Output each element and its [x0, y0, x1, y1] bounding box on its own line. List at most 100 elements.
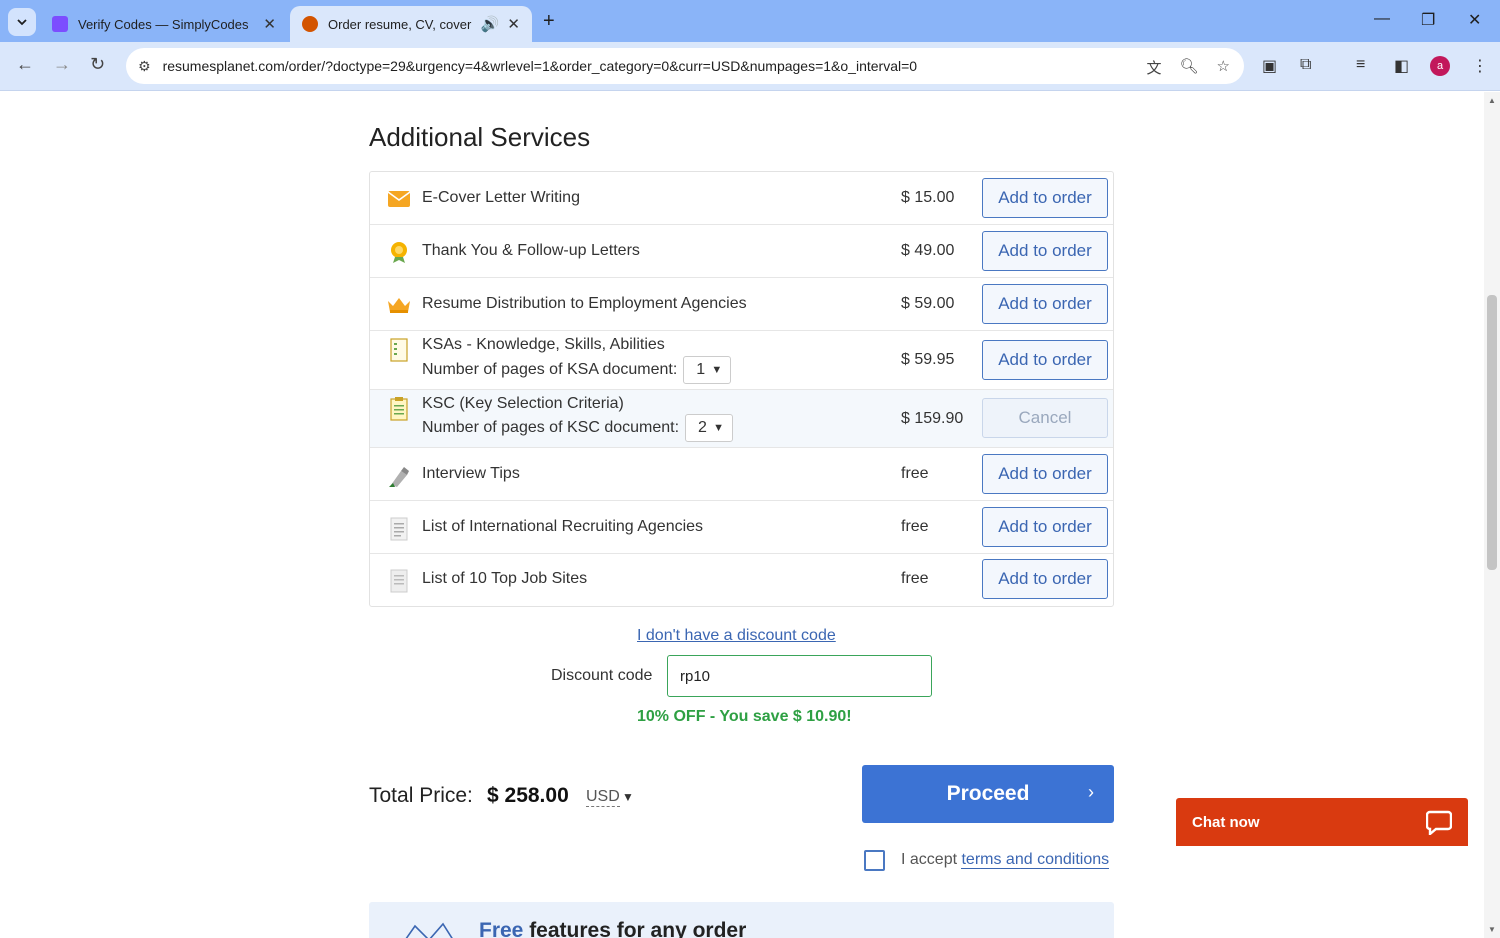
- document-icon: [387, 397, 411, 421]
- close-icon[interactable]: ✕: [507, 15, 520, 33]
- section-title: Additional Services: [369, 122, 591, 152]
- terms-text: I accept terms and conditions: [901, 851, 1110, 869]
- menu-icon[interactable]: ⋮: [1472, 56, 1488, 76]
- chevron-right-icon: ›: [1088, 782, 1094, 802]
- caret-down-icon: ▼: [711, 364, 723, 376]
- features-title: Free features for any order: [479, 919, 746, 938]
- cancel-button[interactable]: Cancel: [982, 398, 1108, 438]
- service-price: $ 49.00: [901, 242, 955, 259]
- add-to-order-button[interactable]: Add to order: [982, 340, 1108, 380]
- pages-label: Number of pages of KSA document:: [422, 361, 678, 378]
- back-icon[interactable]: ←: [16, 54, 34, 75]
- ribbon-icon: [405, 922, 453, 938]
- discount-code-label: Discount code: [551, 667, 653, 684]
- ksc-pages-row: Number of pages of KSC document: 2 ▼: [422, 414, 734, 442]
- free-features-banner: Free features for any order: [369, 902, 1114, 938]
- tab-title: Verify Codes — SimplyCodes: [78, 16, 249, 32]
- extension-icon[interactable]: ▣: [1262, 56, 1277, 76]
- service-price: free: [901, 518, 929, 535]
- browser-tab-bar: Verify Codes — SimplyCodes ✕ Order resum…: [0, 0, 1500, 42]
- service-name: KSAs - Knowledge, Skills, Abilities: [422, 336, 665, 353]
- checklist-icon: [387, 338, 411, 362]
- translate-icon[interactable]: 文: [1146, 57, 1161, 78]
- close-icon[interactable]: ✕: [263, 15, 276, 33]
- page-icon: [387, 569, 411, 593]
- ksa-pages-select[interactable]: 1 ▼: [683, 356, 732, 384]
- add-to-order-button[interactable]: Add to order: [982, 231, 1108, 271]
- add-to-order-button[interactable]: Add to order: [982, 178, 1108, 218]
- minimize-icon[interactable]: —: [1374, 10, 1390, 28]
- caret-down-icon: ▼: [713, 422, 725, 434]
- ksa-pages-row: Number of pages of KSA document: 1 ▼: [422, 356, 732, 384]
- caret-down-icon[interactable]: ▼: [622, 790, 634, 804]
- service-price: $ 15.00: [901, 189, 955, 206]
- add-to-order-button[interactable]: Add to order: [982, 507, 1108, 547]
- resumesplanet-favicon-icon: [302, 16, 318, 32]
- pages-value: 1: [696, 361, 706, 378]
- page-scrollbar[interactable]: ▲ ▼: [1484, 92, 1500, 938]
- reload-icon[interactable]: ↻: [90, 54, 105, 75]
- discount-success-message: 10% OFF - You save $ 10.90!: [637, 708, 852, 725]
- chevron-down-icon: [17, 19, 27, 26]
- scroll-up-icon[interactable]: ▲: [1488, 96, 1496, 105]
- add-to-order-button[interactable]: Add to order: [982, 454, 1108, 494]
- proceed-button[interactable]: Proceed ›: [862, 765, 1114, 823]
- tab-resumesplanet[interactable]: Order resume, CV, cover let 🔊 ✕: [290, 6, 532, 42]
- ksc-pages-select[interactable]: 2 ▼: [685, 414, 734, 442]
- total-price-value: $ 258.00: [487, 784, 569, 807]
- add-to-order-button[interactable]: Add to order: [982, 284, 1108, 324]
- scroll-thumb[interactable]: [1487, 295, 1497, 570]
- features-rest: features for any order: [523, 919, 747, 938]
- puzzle-icon[interactable]: ⧉: [1300, 56, 1311, 74]
- discount-code-value: rp10: [680, 667, 711, 685]
- chat-now-label: Chat now: [1192, 814, 1260, 831]
- terms-prefix: I accept: [901, 851, 962, 868]
- service-price: free: [901, 465, 929, 482]
- service-row-cover-letter: E-Cover Letter Writing $ 15.00 Add to or…: [370, 172, 1113, 225]
- pen-icon: [387, 466, 411, 488]
- new-tab-button[interactable]: +: [543, 10, 555, 33]
- discount-code-input[interactable]: rp10: [667, 655, 932, 697]
- total-price-label: Total Price:: [369, 784, 473, 807]
- service-row-thank-you: Thank You & Follow-up Letters $ 49.00 Ad…: [370, 225, 1113, 278]
- services-list: E-Cover Letter Writing $ 15.00 Add to or…: [369, 171, 1114, 607]
- service-row-distribution: Resume Distribution to Employment Agenci…: [370, 278, 1113, 331]
- chat-now-widget[interactable]: Chat now: [1176, 798, 1468, 846]
- forward-icon[interactable]: →: [53, 54, 71, 75]
- simplycodes-favicon-icon: [52, 16, 68, 32]
- profile-avatar[interactable]: a: [1430, 56, 1450, 76]
- bookmark-star-icon[interactable]: ☆: [1217, 57, 1230, 78]
- side-panel-icon[interactable]: ◧: [1394, 56, 1409, 76]
- restore-icon[interactable]: ❐: [1421, 10, 1435, 30]
- tab-search-button[interactable]: [8, 8, 36, 36]
- browser-toolbar: ← → ↻ ⚙ resumesplanet.com/order/?doctype…: [0, 42, 1500, 91]
- service-row-job-sites: List of 10 Top Job Sites free Add to ord…: [370, 554, 1113, 606]
- service-row-ksa: KSAs - Knowledge, Skills, Abilities Numb…: [370, 331, 1113, 390]
- medal-icon: [387, 241, 411, 263]
- service-name: List of International Recruiting Agencie…: [422, 518, 704, 535]
- address-bar[interactable]: ⚙ resumesplanet.com/order/?doctype=29&ur…: [126, 48, 1244, 84]
- url-text[interactable]: resumesplanet.com/order/?doctype=29&urge…: [163, 58, 918, 74]
- currency-selector[interactable]: USD: [586, 788, 620, 807]
- close-window-icon[interactable]: ✕: [1468, 10, 1481, 30]
- add-to-order-button[interactable]: Add to order: [982, 559, 1108, 599]
- zoom-icon[interactable]: 🔍︎: [1180, 57, 1199, 78]
- scroll-down-icon[interactable]: ▼: [1488, 925, 1496, 934]
- tab-title: Order resume, CV, cover let: [328, 16, 473, 32]
- proceed-label: Proceed: [946, 782, 1030, 805]
- no-discount-code-link[interactable]: I don't have a discount code: [637, 627, 836, 645]
- tab-simplycodes[interactable]: Verify Codes — SimplyCodes ✕: [40, 6, 288, 42]
- service-name: KSC (Key Selection Criteria): [422, 395, 624, 412]
- media-control-icon[interactable]: ≡: [1356, 56, 1365, 74]
- service-name: Resume Distribution to Employment Agenci…: [422, 295, 747, 312]
- service-price: free: [901, 570, 929, 587]
- terms-link[interactable]: terms and conditions: [961, 851, 1110, 869]
- service-price: $ 59.95: [901, 351, 955, 368]
- site-settings-icon[interactable]: ⚙: [138, 58, 151, 75]
- chat-bubble-icon: [1426, 810, 1452, 835]
- service-row-recruiting-agencies: List of International Recruiting Agencie…: [370, 501, 1113, 554]
- service-name: Interview Tips: [422, 465, 520, 482]
- speaker-icon[interactable]: 🔊: [481, 15, 500, 33]
- terms-checkbox[interactable]: [864, 850, 885, 871]
- service-name: E-Cover Letter Writing: [422, 189, 580, 206]
